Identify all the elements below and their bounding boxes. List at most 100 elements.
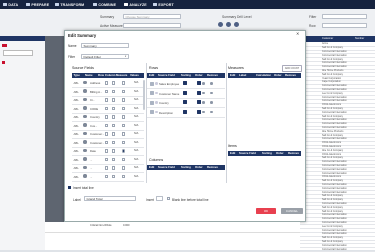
column-checkbox[interactable]	[112, 140, 116, 145]
edit-icon[interactable]	[150, 100, 154, 105]
total-label-input[interactable]: Grand Total	[84, 196, 136, 201]
measure-checkbox[interactable]	[122, 98, 126, 102]
column-checkbox[interactable]	[112, 123, 116, 128]
row-checkbox[interactable]	[105, 140, 109, 145]
source-field-type: ABL	[73, 123, 79, 128]
measure-checkbox[interactable]	[122, 149, 126, 153]
order-icon[interactable]	[197, 81, 201, 86]
edit-icon[interactable]	[150, 91, 154, 95]
measure-checkbox[interactable]	[122, 157, 126, 162]
row-checkbox[interactable]	[105, 115, 109, 119]
column-checkbox[interactable]	[112, 166, 116, 170]
column-checkbox[interactable]	[112, 174, 116, 179]
edit-icon[interactable]	[150, 81, 154, 86]
column-checkbox[interactable]	[112, 115, 116, 119]
row-checkbox[interactable]	[105, 98, 109, 102]
add-count-button[interactable]: ADD COUNT	[282, 65, 302, 72]
name-input[interactable]: Summary	[81, 42, 129, 48]
sort-icon[interactable]	[183, 100, 187, 105]
row-checkbox[interactable]	[105, 149, 109, 153]
remove-icon[interactable]	[210, 91, 213, 95]
filter-select[interactable]	[322, 14, 367, 19]
nav-export[interactable]: EXPORT	[153, 2, 174, 7]
row-select[interactable]	[322, 23, 367, 28]
row-field-item[interactable]: Country	[147, 98, 225, 108]
measure-checkbox[interactable]	[122, 115, 126, 119]
measure-checkbox[interactable]	[122, 166, 126, 170]
measure-checkbox[interactable]	[122, 174, 126, 179]
source-fields-scrollbar[interactable]	[143, 80, 145, 110]
cancel-button[interactable]: CANCEL	[281, 208, 303, 214]
order-icon[interactable]	[197, 90, 201, 95]
source-field-type: ABL	[73, 115, 79, 120]
source-field-name: Customer...	[90, 132, 105, 137]
ok-button[interactable]: OK	[256, 208, 276, 214]
nav-analyze[interactable]: ANALYZE	[124, 2, 147, 7]
left-pane-input[interactable]	[3, 50, 33, 56]
summary-select[interactable]: Choose Summary	[123, 14, 181, 19]
nav-prepare[interactable]: PREPARE	[26, 2, 49, 7]
drill-level-1-button[interactable]	[218, 22, 223, 27]
order-icon[interactable]	[197, 100, 201, 105]
order-icon[interactable]	[197, 109, 201, 114]
remove-icon[interactable]	[210, 101, 213, 104]
analyze-icon	[124, 2, 128, 6]
row-checkbox[interactable]	[105, 132, 109, 136]
measure-checkbox[interactable]	[122, 123, 126, 128]
edit-icon[interactable]	[150, 110, 154, 114]
insert-select[interactable]	[156, 196, 163, 201]
column-checkbox[interactable]	[112, 106, 116, 111]
move-icon[interactable]	[202, 91, 205, 95]
source-field-type: ABL	[73, 132, 79, 137]
filter-field-select[interactable]: Default Filter	[81, 53, 129, 59]
row-field-item[interactable]: Description	[147, 108, 225, 118]
results-table: No Customer Number AcmeSalt Co & Company…	[300, 36, 375, 252]
row-field-item[interactable]: Customer Name	[147, 89, 225, 99]
row-checkbox[interactable]	[105, 106, 109, 111]
move-icon[interactable]	[202, 101, 205, 104]
drill-level-3-button[interactable]	[234, 22, 239, 27]
row-field-item[interactable]: Sales Employee	[147, 79, 225, 89]
source-field-type: ABL	[73, 106, 79, 111]
sort-icon[interactable]	[183, 109, 187, 114]
column-checkbox[interactable]	[112, 149, 116, 153]
move-icon[interactable]	[202, 82, 205, 85]
measure-checkbox[interactable]	[122, 89, 126, 94]
row-checkbox[interactable]	[105, 166, 109, 170]
source-field-type: ABL	[73, 98, 79, 103]
source-field-values: N/A	[134, 81, 139, 85]
field-type-icon	[83, 123, 87, 127]
row-checkbox[interactable]	[105, 174, 109, 179]
left-pane-header	[0, 36, 45, 41]
measure-checkbox[interactable]	[122, 140, 126, 145]
column-checkbox[interactable]	[112, 81, 116, 85]
source-fields-header: Type Name Row Column Measure Values	[72, 73, 144, 78]
move-icon[interactable]	[202, 110, 205, 114]
insert-total-line-checkbox[interactable]	[68, 186, 72, 190]
row-checkbox[interactable]	[105, 123, 109, 128]
source-field-row[interactable]: ABL... N/A	[72, 173, 144, 182]
column-checkbox[interactable]	[112, 89, 116, 94]
nav-combine[interactable]: COMBINE	[93, 2, 116, 7]
row-checkbox[interactable]	[105, 89, 109, 94]
nav-transform[interactable]: TRANSFORM	[55, 2, 84, 7]
measure-checkbox[interactable]	[122, 81, 126, 85]
column-checkbox[interactable]	[112, 157, 116, 162]
measure-checkbox[interactable]	[122, 106, 126, 111]
transform-icon	[55, 2, 59, 6]
active-measure-select[interactable]	[123, 23, 181, 28]
remove-icon[interactable]	[210, 110, 213, 114]
row-checkbox[interactable]	[105, 157, 109, 162]
sort-icon[interactable]	[183, 81, 187, 86]
nav-data[interactable]: DATA	[3, 2, 18, 7]
remove-icon[interactable]	[210, 82, 213, 85]
sort-icon[interactable]	[183, 90, 187, 95]
blank-line-checkbox[interactable]	[167, 197, 171, 201]
close-icon[interactable]: ✕	[296, 32, 300, 36]
row-checkbox[interactable]	[105, 81, 109, 85]
column-checkbox[interactable]	[112, 98, 116, 102]
drill-level-2-button[interactable]	[226, 22, 231, 27]
measure-checkbox[interactable]	[122, 132, 126, 136]
column-checkbox[interactable]	[112, 132, 116, 136]
field-type-icon	[155, 82, 158, 85]
